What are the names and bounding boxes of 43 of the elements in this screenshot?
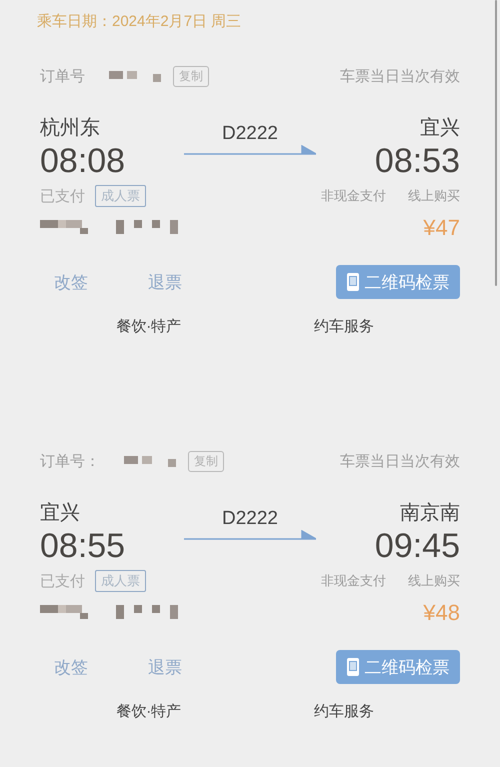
payment-method: 非现金支付 <box>321 187 386 205</box>
arrival-station: 南京南 <box>400 501 460 526</box>
phone-icon <box>346 658 358 676</box>
validity-note: 车票当日当次有效 <box>340 67 460 86</box>
payment-method: 非现金支付 <box>321 572 386 590</box>
refund-button[interactable]: 退票 <box>148 270 182 294</box>
qr-check-button[interactable]: 二维码检票 <box>336 650 460 684</box>
payment-status: 已支付 <box>40 572 85 590</box>
ticket-price: ¥47 <box>423 215 460 241</box>
validity-note: 车票当日当次有效 <box>340 452 460 471</box>
qr-check-button[interactable]: 二维码检票 <box>336 265 460 299</box>
ticket-type-tag: 成人票 <box>95 185 146 207</box>
travel-date: 乘车日期：2024年2月7日 周三 <box>37 13 242 30</box>
payment-status: 已支付 <box>40 186 85 206</box>
train-number: D2222 <box>222 508 278 530</box>
arrival-station: 宜兴 <box>420 116 460 141</box>
ticket-type-tag: 成人票 <box>95 570 146 592</box>
departure-station: 宜兴 <box>40 501 81 526</box>
arrival-time: 09:45 <box>374 526 460 566</box>
ticket-price: ¥48 <box>423 600 460 626</box>
redacted-mosaic <box>109 70 163 82</box>
service-link[interactable]: 约车服务 <box>314 317 374 336</box>
departure-time: 08:55 <box>40 526 126 566</box>
copy-button[interactable]: 复制 <box>173 66 209 87</box>
service-link[interactable]: 约车服务 <box>314 702 374 721</box>
refund-button[interactable]: 退票 <box>148 656 182 678</box>
arrival-time: 08:53 <box>374 141 460 181</box>
service-link[interactable]: 餐饮·特产 <box>116 702 182 721</box>
redacted-mosaic <box>124 456 178 468</box>
change-ticket-button[interactable]: 改签 <box>54 656 88 678</box>
phone-icon <box>346 273 358 291</box>
order-number-label: 订单号 <box>40 67 85 86</box>
departure-time: 08:08 <box>40 141 126 181</box>
order-number-label: 订单号： <box>40 452 100 471</box>
departure-station: 杭州东 <box>40 116 101 141</box>
purchase-channel: 线上购买 <box>408 572 460 590</box>
copy-button[interactable]: 复制 <box>188 451 224 472</box>
train-number: D2222 <box>222 123 278 145</box>
change-ticket-button[interactable]: 改签 <box>54 270 88 294</box>
purchase-channel: 线上购买 <box>408 187 460 205</box>
service-link[interactable]: 餐饮·特产 <box>116 317 182 336</box>
route-arrow-icon <box>184 145 316 155</box>
route-arrow-icon <box>184 530 316 540</box>
